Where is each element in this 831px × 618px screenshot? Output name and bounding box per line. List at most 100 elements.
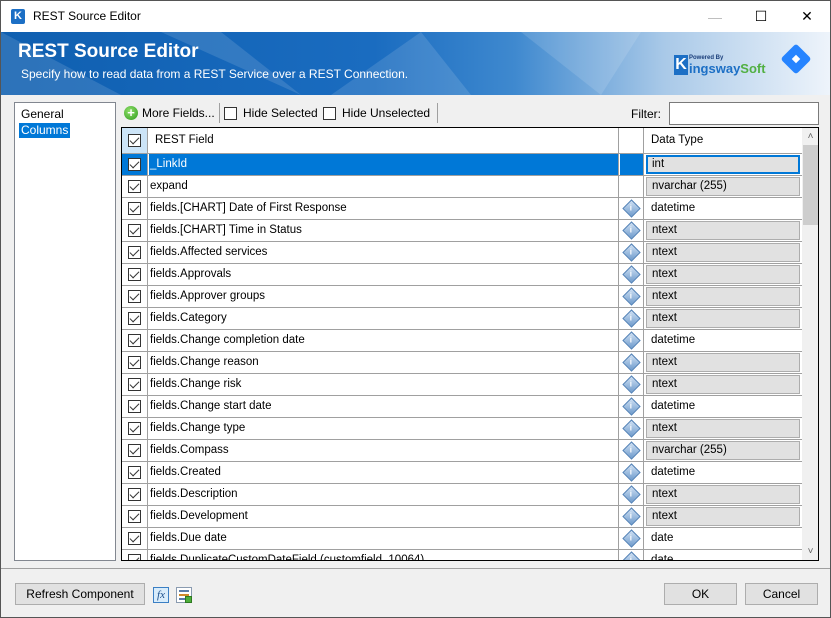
data-type-cell[interactable]: ntext [646, 287, 800, 306]
sidebar-item-columns[interactable]: Columns [19, 123, 71, 138]
rest-field-name[interactable]: fields.Change type [149, 418, 619, 439]
rest-field-name[interactable]: fields.Created [149, 462, 619, 483]
info-icon[interactable]: i [622, 265, 641, 284]
row-checkbox[interactable] [128, 334, 141, 347]
row-checkbox-cell[interactable] [122, 154, 148, 175]
rest-field-name[interactable]: fields.[CHART] Date of First Response [149, 198, 619, 219]
table-row[interactable]: fields.Approver groups i ntext [122, 286, 802, 308]
column-header-rest-field[interactable]: REST Field [149, 128, 619, 153]
info-icon[interactable]: i [622, 397, 641, 416]
row-checkbox[interactable] [128, 202, 141, 215]
row-checkbox-cell[interactable] [122, 506, 148, 527]
info-icon[interactable]: i [622, 221, 641, 240]
row-checkbox-cell[interactable] [122, 308, 148, 329]
info-icon[interactable]: i [622, 331, 641, 350]
data-type-cell[interactable]: ntext [646, 265, 800, 284]
row-checkbox-cell[interactable] [122, 242, 148, 263]
close-button[interactable]: ✕ [784, 1, 830, 32]
column-header-data-type[interactable]: Data Type [645, 128, 802, 153]
data-type-cell[interactable]: ntext [646, 221, 800, 240]
row-checkbox-cell[interactable] [122, 220, 148, 241]
scroll-up-button[interactable]: ˄ [802, 128, 818, 145]
rest-field-name[interactable]: fields.Approvals [149, 264, 619, 285]
row-checkbox-cell[interactable] [122, 176, 148, 197]
row-checkbox-cell[interactable] [122, 330, 148, 351]
row-checkbox-cell[interactable] [122, 418, 148, 439]
table-row[interactable]: fields.Change reason i ntext [122, 352, 802, 374]
table-row[interactable]: fields.DuplicateCustomDateField (customf… [122, 550, 802, 560]
data-type-cell[interactable]: int [646, 155, 800, 174]
row-checkbox-cell[interactable] [122, 198, 148, 219]
row-checkbox[interactable] [128, 532, 141, 545]
row-checkbox[interactable] [128, 224, 141, 237]
row-checkbox[interactable] [128, 312, 141, 325]
hide-unselected-checkbox[interactable]: Hide Unselected [323, 104, 430, 122]
expression-fx-icon[interactable]: fx [153, 587, 169, 603]
hide-selected-checkbox[interactable]: Hide Selected [224, 104, 318, 122]
row-checkbox[interactable] [128, 422, 141, 435]
table-row[interactable]: fields.Development i ntext [122, 506, 802, 528]
row-checkbox[interactable] [128, 510, 141, 523]
data-type-cell[interactable]: date [645, 550, 802, 560]
info-icon[interactable]: i [622, 353, 641, 372]
rest-field-name[interactable]: fields.Compass [149, 440, 619, 461]
data-type-cell[interactable]: ntext [646, 419, 800, 438]
hide-selected-box[interactable] [224, 106, 237, 120]
row-checkbox-cell[interactable] [122, 550, 148, 560]
table-row[interactable]: fields.[CHART] Time in Status i ntext [122, 220, 802, 242]
rest-field-name[interactable]: fields.Affected services [149, 242, 619, 263]
table-row[interactable]: fields.Due date i date [122, 528, 802, 550]
info-icon[interactable]: i [622, 441, 641, 460]
data-type-cell[interactable]: datetime [645, 396, 802, 417]
row-checkbox[interactable] [128, 400, 141, 413]
data-type-cell[interactable]: nvarchar (255) [646, 177, 800, 196]
data-type-cell[interactable]: ntext [646, 375, 800, 394]
rest-field-name[interactable]: expand [149, 176, 619, 197]
scroll-down-button[interactable]: ˅ [802, 543, 818, 560]
scroll-thumb[interactable] [803, 145, 818, 225]
rest-field-name[interactable]: _LinkId [149, 154, 619, 175]
table-row[interactable]: fields.Change completion date i datetime [122, 330, 802, 352]
table-row[interactable]: fields.[CHART] Date of First Response i da… [122, 198, 802, 220]
table-row[interactable]: fields.Change start date i datetime [122, 396, 802, 418]
table-row[interactable]: fields.Compass i nvarchar (255) [122, 440, 802, 462]
vertical-scrollbar[interactable]: ˄ ˅ [802, 128, 818, 560]
data-type-cell[interactable]: datetime [645, 462, 802, 483]
info-icon[interactable]: i [622, 309, 641, 328]
column-mapping-icon[interactable] [176, 587, 192, 603]
data-type-cell[interactable]: ntext [646, 243, 800, 262]
cancel-button[interactable]: Cancel [745, 583, 818, 605]
info-icon[interactable]: i [622, 287, 641, 306]
data-type-cell[interactable]: nvarchar (255) [646, 441, 800, 460]
row-checkbox[interactable] [128, 466, 141, 479]
rest-field-name[interactable]: fields.Change start date [149, 396, 619, 417]
row-checkbox-cell[interactable] [122, 462, 148, 483]
data-type-cell[interactable]: datetime [645, 330, 802, 351]
row-checkbox[interactable] [128, 554, 141, 560]
row-checkbox-cell[interactable] [122, 484, 148, 505]
maximize-button[interactable]: ☐ [738, 1, 784, 32]
ok-button[interactable]: OK [664, 583, 737, 605]
row-checkbox[interactable] [128, 268, 141, 281]
table-row[interactable]: fields.Change risk i ntext [122, 374, 802, 396]
data-type-cell[interactable]: ntext [646, 485, 800, 504]
data-type-cell[interactable]: ntext [646, 309, 800, 328]
row-checkbox[interactable] [128, 290, 141, 303]
row-checkbox[interactable] [128, 378, 141, 391]
table-row[interactable]: fields.Approvals i ntext [122, 264, 802, 286]
more-fields-button[interactable]: + More Fields... [124, 104, 215, 122]
rest-field-name[interactable]: fields.[CHART] Time in Status [149, 220, 619, 241]
hide-unselected-box[interactable] [323, 106, 336, 120]
rest-field-name[interactable]: fields.Due date [149, 528, 619, 549]
table-row[interactable]: fields.Created i datetime [122, 462, 802, 484]
minimize-button[interactable]: — [692, 1, 738, 32]
rest-field-name[interactable]: fields.Development [149, 506, 619, 527]
row-checkbox-cell[interactable] [122, 286, 148, 307]
select-all-cell[interactable] [122, 128, 148, 153]
row-checkbox-cell[interactable] [122, 440, 148, 461]
info-icon[interactable]: i [622, 243, 641, 262]
table-row[interactable]: fields.Category i ntext [122, 308, 802, 330]
info-icon[interactable]: i [622, 485, 641, 504]
table-row[interactable]: expand nvarchar (255) [122, 176, 802, 198]
row-checkbox[interactable] [128, 488, 141, 501]
